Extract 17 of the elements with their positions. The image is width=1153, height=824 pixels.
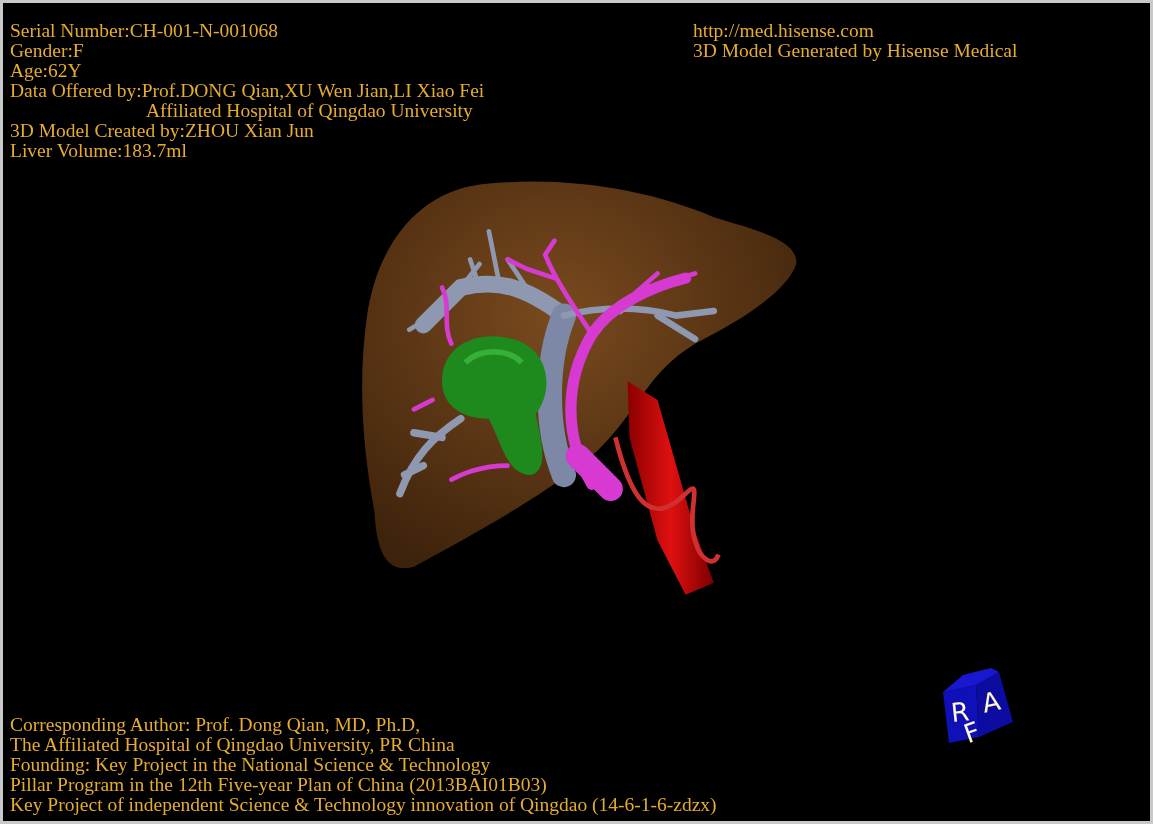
info-text: Age:62Y [10, 61, 83, 81]
info-text: 3D Model Created by:ZHOU Xian Jun [10, 121, 315, 141]
info-text: Liver Volume:183.7ml [10, 141, 187, 161]
info-text: Founding: Key Project in the National Science & Technology [10, 755, 492, 775]
info-text: http://med.hisense.com [693, 21, 875, 41]
info-text: Data Offered by:Prof.DONG Qian,XU Wen Jian,LI Xiao Fei [10, 81, 486, 101]
info-text: Corresponding Author: Prof. Dong Qian, MD, Ph.D, [10, 715, 422, 735]
info-text: The Affiliated Hospital of Qingdao University, PR China [10, 735, 456, 755]
info-text: Affiliated Hospital of Qingdao University [146, 101, 474, 121]
orientation-cube[interactable] [943, 668, 1013, 743]
cube-face-label: A [979, 685, 1003, 719]
info-text: Serial Number:CH-001-N-001068 [10, 21, 280, 41]
info-text: 3D Model Generated by Hisense Medical [693, 41, 1019, 61]
info-text: Key Project of independent Science & Technology innovation of Qingdao (14-6-1-6-zdzx) [10, 795, 717, 815]
info-text: Pillar Program in the 12th Five-year Plan of China (2013BAI01B03) [10, 775, 548, 795]
info-text: Gender:F [10, 41, 85, 61]
liver-model-drawing[interactable] [362, 181, 797, 595]
